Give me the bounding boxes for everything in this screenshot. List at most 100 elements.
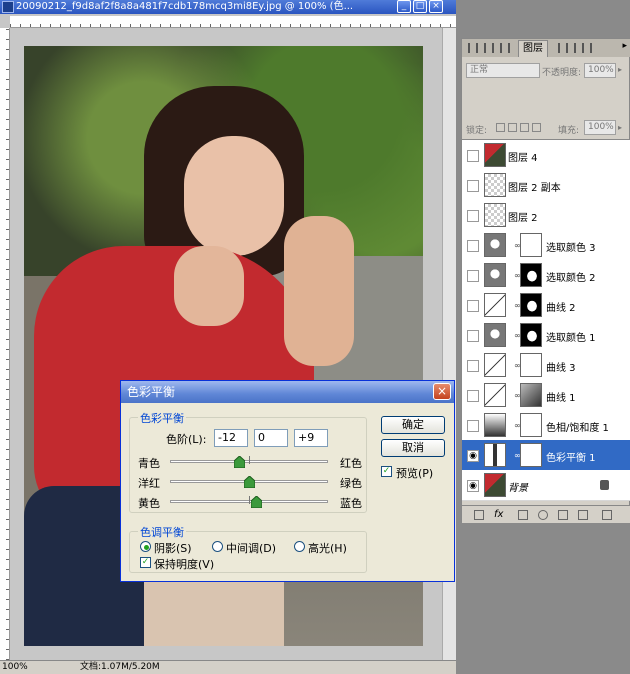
layer-thumbnail[interactable] <box>484 383 506 407</box>
layer-row[interactable]: ∞ 选取颜色 3 <box>462 230 630 261</box>
preserve-luminosity-checkbox[interactable]: ✓ <box>140 557 151 568</box>
layer-thumbnail[interactable] <box>484 203 506 227</box>
collapsed-tab[interactable] <box>500 43 502 53</box>
eye-icon[interactable] <box>467 180 479 192</box>
layer-mask-thumbnail[interactable] <box>520 443 542 467</box>
lock-all-icon[interactable] <box>532 123 541 132</box>
eye-icon[interactable] <box>467 420 479 432</box>
preview-checkbox[interactable]: ✓ <box>381 466 392 477</box>
ok-button[interactable]: 确定 <box>381 416 445 434</box>
trash-icon[interactable] <box>602 510 612 520</box>
maximize-button[interactable]: □ <box>413 0 427 13</box>
mask-icon[interactable] <box>518 510 528 520</box>
yellow-blue-level-input[interactable]: +9 <box>294 429 328 447</box>
layer-thumbnail[interactable] <box>484 413 506 437</box>
panel-menu-icon[interactable]: ▸ <box>622 41 627 51</box>
layer-thumbnail[interactable] <box>484 353 506 377</box>
opacity-arrow-icon[interactable]: ▸ <box>618 65 622 74</box>
layer-row[interactable]: ∞ 选取颜色 2 <box>462 260 630 291</box>
shadows-radio[interactable] <box>140 541 151 552</box>
magenta-green-slider-thumb[interactable] <box>243 476 255 488</box>
layer-name[interactable]: 曲线 3 <box>546 359 576 374</box>
adjustment-icon[interactable] <box>538 510 548 520</box>
collapsed-tab[interactable] <box>558 43 560 53</box>
close-document-button[interactable]: × <box>429 0 443 13</box>
layer-thumbnail[interactable] <box>484 473 506 497</box>
opacity-input[interactable]: 100% <box>584 63 616 78</box>
lock-transparency-icon[interactable] <box>496 123 505 132</box>
layer-mask-thumbnail[interactable] <box>520 323 542 347</box>
minimize-button[interactable]: _ <box>397 0 411 13</box>
link-layers-icon[interactable] <box>474 510 484 520</box>
highlights-radio[interactable] <box>294 541 305 552</box>
layer-mask-thumbnail[interactable] <box>520 233 542 257</box>
layer-name[interactable]: 曲线 2 <box>546 299 576 314</box>
collapsed-tab[interactable] <box>508 43 510 53</box>
collapsed-tab[interactable] <box>574 43 576 53</box>
dialog-close-button[interactable]: × <box>433 383 451 400</box>
layer-name[interactable]: 选取颜色 2 <box>546 269 596 284</box>
eye-icon[interactable] <box>467 270 479 282</box>
eye-icon[interactable] <box>467 360 479 372</box>
cyan-red-level-input[interactable]: -12 <box>214 429 248 447</box>
layer-row[interactable]: ◉ ∞ 色彩平衡 1 <box>462 440 630 471</box>
lock-position-icon[interactable] <box>520 123 529 132</box>
collapsed-tab[interactable] <box>590 43 592 53</box>
layer-mask-thumbnail[interactable] <box>520 293 542 317</box>
document-size-readout[interactable]: 文档:1.07M/5.20M <box>80 661 160 674</box>
layer-mask-thumbnail[interactable] <box>520 263 542 287</box>
layer-thumbnail[interactable] <box>484 293 506 317</box>
layer-name[interactable]: 背景 <box>508 479 528 494</box>
lock-pixels-icon[interactable] <box>508 123 517 132</box>
layer-mask-thumbnail[interactable] <box>520 383 542 407</box>
layer-name[interactable]: 曲线 1 <box>546 389 576 404</box>
eye-icon[interactable] <box>467 240 479 252</box>
layer-thumbnail[interactable] <box>484 143 506 167</box>
layer-mask-thumbnail[interactable] <box>520 353 542 377</box>
yellow-blue-slider-thumb[interactable] <box>250 496 262 508</box>
layer-thumbnail[interactable] <box>484 323 506 347</box>
layer-mask-thumbnail[interactable] <box>520 413 542 437</box>
eye-icon[interactable] <box>467 210 479 222</box>
layer-name[interactable]: 选取颜色 1 <box>546 329 596 344</box>
layer-name[interactable]: 色相/饱和度 1 <box>546 419 609 434</box>
eye-icon[interactable] <box>467 150 479 162</box>
layer-thumbnail[interactable] <box>484 263 506 287</box>
new-layer-icon[interactable] <box>578 510 588 520</box>
document-titlebar[interactable]: 20090212_f9d8af2f8a8a481f7cdb178mcq3mi8E… <box>0 0 456 14</box>
layer-row[interactable]: ∞ 色相/饱和度 1 <box>462 410 630 441</box>
collapsed-tab[interactable] <box>492 43 494 53</box>
fx-icon[interactable]: fx <box>494 509 503 520</box>
eye-icon[interactable]: ◉ <box>467 480 479 492</box>
layer-name[interactable]: 图层 4 <box>508 149 538 164</box>
fill-arrow-icon[interactable]: ▸ <box>618 123 622 132</box>
layer-name[interactable]: 色彩平衡 1 <box>546 449 596 464</box>
eye-icon[interactable]: ◉ <box>467 450 479 462</box>
layer-thumbnail[interactable] <box>484 233 506 257</box>
eye-icon[interactable] <box>467 330 479 342</box>
layer-row[interactable]: ∞ 选取颜色 1 <box>462 320 630 351</box>
collapsed-tab[interactable] <box>476 43 478 53</box>
layer-row[interactable]: 图层 4 <box>462 140 630 171</box>
zoom-readout[interactable]: 100% <box>2 661 28 674</box>
cyan-red-slider-thumb[interactable] <box>234 456 246 468</box>
layer-thumbnail[interactable] <box>484 173 506 197</box>
layer-row[interactable]: 图层 2 <box>462 200 630 231</box>
collapsed-tab[interactable] <box>566 43 568 53</box>
layer-name[interactable]: 选取颜色 3 <box>546 239 596 254</box>
collapsed-tab[interactable] <box>582 43 584 53</box>
eye-icon[interactable] <box>467 300 479 312</box>
layer-row[interactable]: 图层 2 副本 <box>462 170 630 201</box>
layer-row[interactable]: ∞ 曲线 3 <box>462 350 630 381</box>
collapsed-tab[interactable] <box>468 43 470 53</box>
cancel-button[interactable]: 取消 <box>381 439 445 457</box>
blend-mode-select[interactable]: 正常 <box>466 63 540 78</box>
tab-layers[interactable]: 图层 <box>518 40 548 57</box>
layer-row[interactable]: ∞ 曲线 2 <box>462 290 630 321</box>
folder-icon[interactable] <box>558 510 568 520</box>
layer-row[interactable]: ◉ 背景 <box>462 470 630 501</box>
layer-row[interactable]: ∞ 曲线 1 <box>462 380 630 411</box>
dialog-titlebar[interactable]: 色彩平衡 × <box>121 381 454 403</box>
collapsed-tab[interactable] <box>484 43 486 53</box>
fill-input[interactable]: 100% <box>584 120 616 135</box>
